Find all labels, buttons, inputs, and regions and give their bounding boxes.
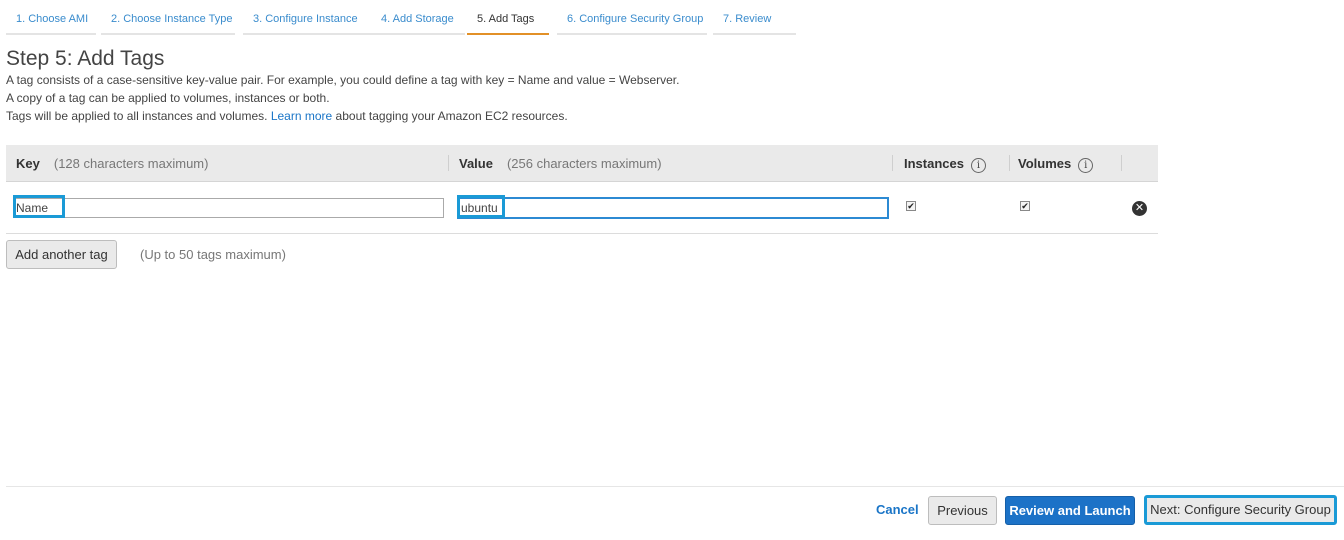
step-add-storage[interactable]: 4. Add Storage: [371, 0, 465, 35]
volumes-checkbox[interactable]: ✔: [1020, 201, 1030, 211]
description-line-3: Tags will be applied to all instances an…: [6, 109, 568, 123]
volumes-info-icon[interactable]: i: [1078, 158, 1094, 173]
instances-info-icon[interactable]: i: [970, 158, 986, 173]
tag-key-input[interactable]: [13, 198, 444, 218]
table-row: ✔ ✔ ✕: [6, 182, 1158, 234]
value-column-header: Value (256 characters maximum): [459, 156, 662, 171]
step-configure-security-group[interactable]: 6. Configure Security Group: [557, 0, 707, 35]
column-divider: [448, 155, 449, 171]
column-divider: [1121, 155, 1122, 171]
tags-table-header: Key (128 characters maximum) Value (256 ch…: [6, 145, 1158, 182]
remove-tag-icon[interactable]: ✕: [1132, 201, 1147, 216]
step-configure-instance[interactable]: 3. Configure Instance: [243, 0, 371, 35]
tag-value-input[interactable]: [457, 197, 889, 219]
previous-button[interactable]: Previous: [928, 496, 997, 525]
review-and-launch-button[interactable]: Review and Launch: [1005, 496, 1135, 525]
page-title: Step 5: Add Tags: [6, 47, 165, 70]
step-choose-instance-type[interactable]: 2. Choose Instance Type: [101, 0, 235, 35]
description-line-1: A tag consists of a case-sensitive key-v…: [6, 73, 680, 87]
tags-limit-note: (Up to 50 tags maximum): [140, 247, 286, 262]
value-column-label: Value: [459, 156, 493, 171]
description-line-2: A copy of a tag can be applied to volume…: [6, 91, 330, 105]
volumes-column-label: Volumes: [1018, 156, 1072, 171]
instances-column-header: Instances i: [904, 156, 986, 173]
learn-more-link[interactable]: Learn more: [271, 109, 332, 123]
cancel-button[interactable]: Cancel: [876, 502, 919, 517]
column-divider: [1009, 155, 1010, 171]
step-review[interactable]: 7. Review: [713, 0, 796, 35]
footer-divider: [6, 486, 1344, 487]
volumes-column-header: Volumes i: [1018, 156, 1094, 173]
key-column-label: Key: [16, 156, 40, 171]
column-divider: [892, 155, 893, 171]
description-line-3-start: Tags will be applied to all instances an…: [6, 109, 268, 123]
description-line-3-end: about tagging your Amazon EC2 resources.: [335, 109, 568, 123]
next-configure-security-group-button[interactable]: Next: Configure Security Group: [1144, 495, 1337, 525]
key-column-hint: (128 characters maximum): [53, 156, 209, 171]
instances-column-label: Instances: [904, 156, 964, 171]
key-column-header: Key (128 characters maximum): [16, 156, 208, 171]
step-choose-ami[interactable]: 1. Choose AMI: [6, 0, 96, 35]
add-tags-page: 1. Choose AMI 2. Choose Instance Type 3.…: [0, 0, 1344, 540]
step-add-tags[interactable]: 5. Add Tags: [467, 0, 549, 35]
add-another-tag-button[interactable]: Add another tag: [6, 240, 117, 269]
instances-checkbox[interactable]: ✔: [906, 201, 916, 211]
value-column-hint: (256 characters maximum): [506, 156, 662, 171]
